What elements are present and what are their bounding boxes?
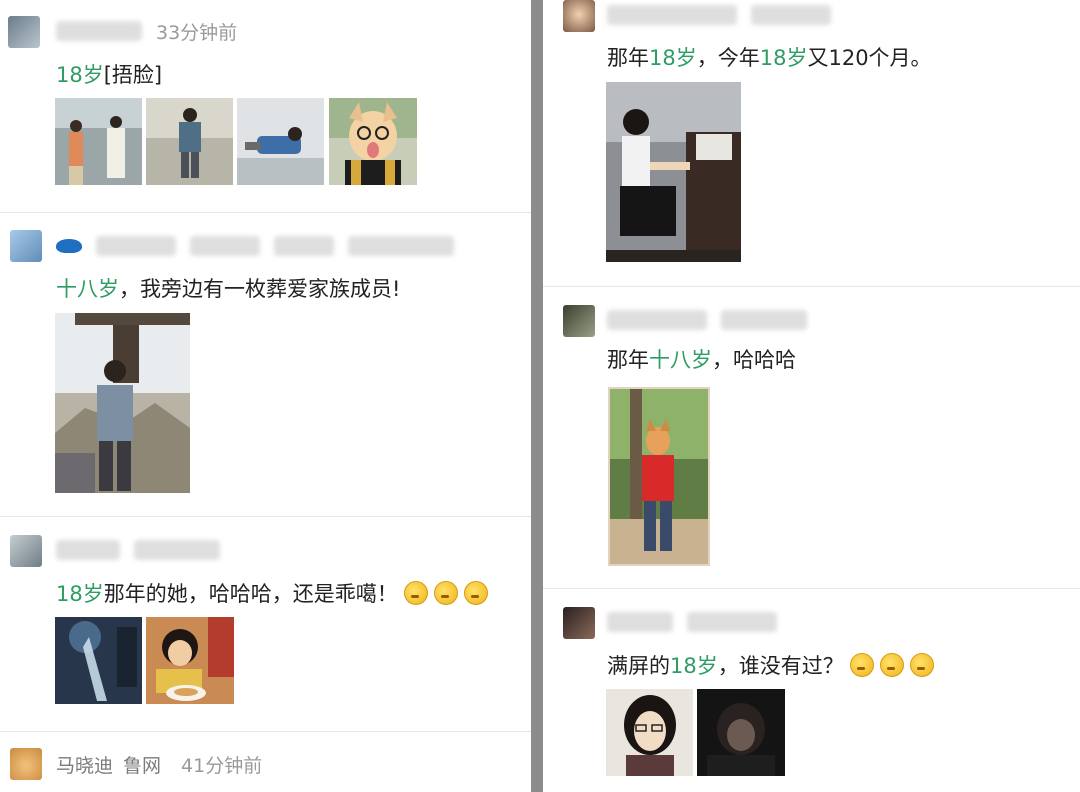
blurred-meta	[190, 236, 260, 256]
blurred-username	[96, 236, 176, 256]
post-photo[interactable]	[55, 617, 142, 704]
keyword-highlight[interactable]: 18岁	[670, 650, 718, 680]
thinking-face-icon	[463, 581, 488, 605]
blurred-username	[56, 21, 142, 41]
post-text-rest: 那年的她，哈哈哈，还是乖噶！	[103, 582, 398, 606]
right-feed-panel: 那年 18岁 ，今年 18岁 又120个月。 那年 十八岁 ，哈哈哈 满屏的 18岁 ，谁没有过…	[543, 0, 1080, 792]
post-photo[interactable]	[606, 82, 741, 262]
post-meta	[607, 305, 807, 335]
feed-post: 十八岁 ，我旁边有一枚葬爱家族成员!	[0, 213, 531, 516]
post-meta: 马晓迪 鲁网 41分钟前	[56, 749, 262, 779]
avatar[interactable]	[563, 305, 595, 337]
feed-post: 18岁 那年的她，哈哈哈，还是乖噶！	[0, 517, 531, 731]
post-text-segment: 满屏的	[607, 654, 670, 678]
post-text-segment: 那年	[607, 348, 649, 372]
post-text-segment: 又120个月。	[807, 46, 932, 70]
thinking-face-icon	[909, 653, 934, 677]
blurred-username	[607, 310, 707, 330]
post-photo[interactable]	[55, 98, 142, 185]
thinking-face-icon	[433, 581, 458, 605]
post-photo[interactable]	[237, 98, 324, 185]
avatar[interactable]	[563, 0, 595, 32]
post-source[interactable]: 鲁网	[123, 751, 161, 778]
post-text: 那年 18岁 ，今年 18岁 又120个月。	[607, 42, 932, 72]
post-photo[interactable]	[146, 98, 233, 185]
blurred-username	[56, 540, 120, 560]
avatar[interactable]	[10, 535, 42, 567]
post-text: 18岁 [捂脸]	[56, 59, 162, 89]
post-time: 33分钟前	[156, 21, 238, 44]
post-text: 十八岁 ，我旁边有一枚葬爱家族成员!	[56, 273, 400, 303]
feed-post: 那年 18岁 ，今年 18岁 又120个月。	[543, 0, 1080, 286]
left-feed-panel: 33分钟前 18岁 [捂脸] 十八岁 ，我旁边有一枚葬爱家族成员! 18岁 那年…	[0, 0, 531, 792]
blurred-meta	[751, 5, 831, 25]
post-photo[interactable]	[146, 617, 234, 704]
blurred-meta	[274, 236, 334, 256]
post-photo[interactable]	[55, 313, 190, 493]
keyword-highlight[interactable]: 18岁	[649, 42, 697, 72]
post-text-segment: ，今年	[696, 46, 760, 70]
post-meta	[607, 0, 831, 30]
whale-icon	[56, 239, 82, 253]
keyword-highlight[interactable]: 18岁	[760, 42, 808, 72]
post-text-segment: ，谁没有过？	[717, 654, 844, 678]
post-photo[interactable]	[329, 98, 417, 185]
post-text-rest: ，我旁边有一枚葬爱家族成员!	[119, 277, 401, 301]
thinking-face-icon	[403, 581, 428, 605]
avatar[interactable]	[563, 607, 595, 639]
keyword-highlight[interactable]: 18岁	[56, 578, 104, 608]
feed-post: 马晓迪 鲁网 41分钟前	[0, 732, 531, 792]
post-meta	[56, 535, 220, 565]
post-text: 18岁 那年的她，哈哈哈，还是乖噶！	[56, 578, 488, 608]
post-text: 满屏的 18岁 ，谁没有过？	[607, 650, 934, 680]
avatar[interactable]	[10, 230, 42, 262]
post-meta	[56, 231, 454, 261]
thinking-face-icon	[879, 653, 904, 677]
post-text-segment: ，哈哈哈	[712, 348, 796, 372]
feed-post: 33分钟前 18岁 [捂脸]	[0, 0, 531, 212]
blurred-meta	[134, 540, 220, 560]
avatar[interactable]	[10, 748, 42, 780]
post-time: 41分钟前	[181, 754, 263, 777]
panel-divider	[531, 0, 543, 792]
post-meta	[607, 607, 777, 637]
keyword-highlight[interactable]: 18岁	[56, 59, 104, 89]
post-meta: 33分钟前	[56, 16, 237, 46]
post-photo[interactable]	[606, 689, 693, 776]
avatar[interactable]	[8, 16, 40, 48]
post-text: 那年 十八岁 ，哈哈哈	[607, 344, 796, 374]
blurred-meta	[687, 612, 777, 632]
feed-post: 那年 十八岁 ，哈哈哈	[543, 287, 1080, 588]
post-text-rest: [捂脸]	[103, 63, 163, 87]
feed-post: 满屏的 18岁 ，谁没有过？	[543, 589, 1080, 792]
keyword-highlight[interactable]: 十八岁	[56, 273, 119, 303]
post-author[interactable]: 马晓迪	[56, 751, 113, 778]
thinking-face-icon	[849, 653, 874, 677]
post-photo[interactable]	[608, 387, 710, 566]
blurred-meta	[348, 236, 454, 256]
blurred-username	[607, 5, 737, 25]
keyword-highlight[interactable]: 十八岁	[649, 344, 712, 374]
blurred-username	[607, 612, 673, 632]
post-photo[interactable]	[697, 689, 785, 776]
blurred-meta	[721, 310, 807, 330]
post-text-segment: 那年	[607, 46, 649, 70]
